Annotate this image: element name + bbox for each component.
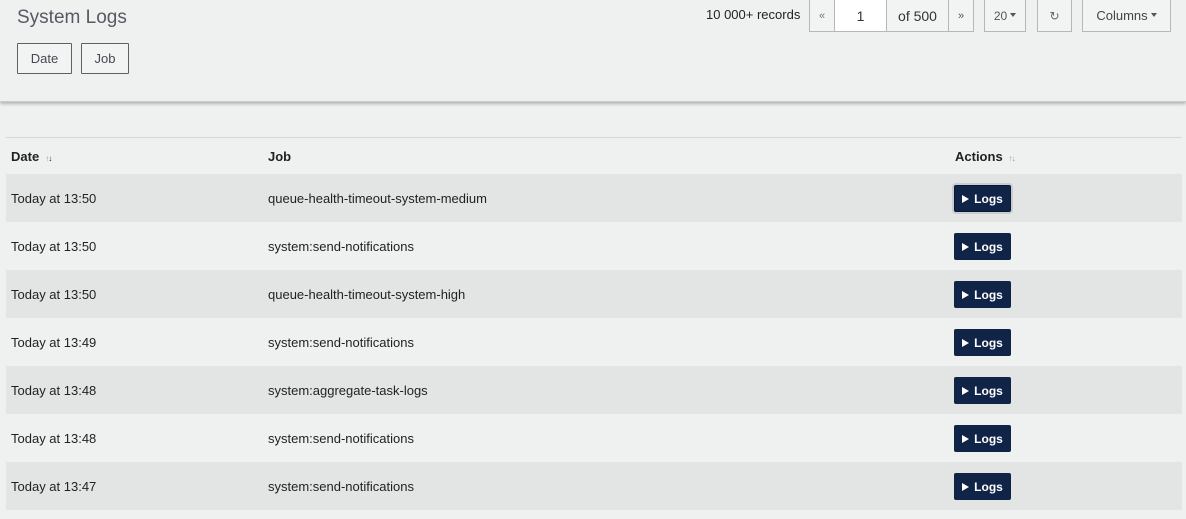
sort-icon[interactable]: ↑↓: [1009, 154, 1016, 163]
table-row: Today at 13:50 system:send-notifications…: [6, 222, 1182, 270]
play-icon: [962, 242, 970, 251]
job-cell: queue-health-timeout-system-high: [268, 287, 466, 302]
date-cell: Today at 13:50: [11, 287, 97, 302]
logs-table: Date ↑↓ Job Actions ↑↓ Today at 13:50 queu…: [6, 137, 1182, 510]
date-cell: Today at 13:50: [11, 191, 97, 206]
logs-button[interactable]: Logs: [954, 377, 1011, 404]
refresh-icon: ↻: [1049, 8, 1060, 23]
play-icon: [962, 194, 970, 203]
filter-job-button[interactable]: Job: [81, 43, 129, 74]
date-cell: Today at 13:49: [11, 335, 97, 350]
chevron-down-icon: [1150, 12, 1157, 17]
page-size-value: 20: [993, 8, 1008, 23]
date-cell: Today at 13:48: [11, 431, 97, 446]
table-header: Date ↑↓ Job Actions ↑↓: [6, 138, 1182, 174]
job-cell: queue-health-timeout-system-medium: [268, 191, 487, 206]
chevron-down-icon: [1010, 12, 1017, 17]
play-icon: [962, 386, 970, 395]
sort-icon[interactable]: ↑↓: [45, 154, 52, 163]
logs-button[interactable]: Logs: [954, 281, 1011, 308]
column-header-actions[interactable]: Actions ↑↓: [955, 149, 1016, 164]
job-cell: system:send-notifications: [268, 335, 414, 350]
play-icon: [962, 482, 970, 491]
logs-button[interactable]: Logs: [954, 185, 1011, 212]
logs-button[interactable]: Logs: [954, 329, 1011, 356]
table-row: Today at 13:49 system:send-notifications…: [6, 318, 1182, 366]
page-title: System Logs: [17, 7, 127, 28]
column-header-date[interactable]: Date ↑↓: [11, 149, 52, 164]
date-cell: Today at 13:50: [11, 239, 97, 254]
table-row: Today at 13:50 queue-health-timeout-syst…: [6, 174, 1182, 222]
page-size-dropdown[interactable]: 20: [984, 0, 1026, 32]
logs-button[interactable]: Logs: [954, 425, 1011, 452]
filter-date-button[interactable]: Date: [17, 43, 72, 74]
play-icon: [962, 338, 970, 347]
date-cell: Today at 13:48: [11, 383, 97, 398]
refresh-button[interactable]: ↻: [1037, 0, 1072, 32]
columns-label: Columns: [1096, 8, 1148, 23]
job-cell: system:send-notifications: [268, 479, 414, 494]
play-icon: [962, 290, 970, 299]
page-total-label: of 500: [886, 0, 949, 32]
date-cell: Today at 13:47: [11, 479, 97, 494]
job-cell: system:send-notifications: [268, 431, 414, 446]
table-row: Today at 13:48 system:send-notifications…: [6, 414, 1182, 462]
job-cell: system:aggregate-task-logs: [268, 383, 428, 398]
logs-button[interactable]: Logs: [954, 473, 1011, 500]
next-page-button[interactable]: »: [948, 0, 974, 32]
column-header-job: Job: [268, 149, 292, 164]
columns-dropdown[interactable]: Columns: [1082, 0, 1171, 32]
page-number-input[interactable]: 1: [834, 0, 887, 32]
first-page-button[interactable]: «: [809, 0, 835, 32]
job-cell: system:send-notifications: [268, 239, 414, 254]
table-row: Today at 13:50 queue-health-timeout-syst…: [6, 270, 1182, 318]
play-icon: [962, 434, 970, 443]
records-count: 10 000+ records: [706, 7, 801, 22]
header: System Logs Date Job 10 000+ records « 1…: [0, 0, 1186, 102]
logs-button[interactable]: Logs: [954, 233, 1011, 260]
table-row: Today at 13:48 system:aggregate-task-log…: [6, 366, 1182, 414]
table-row: Today at 13:47 system:send-notifications…: [6, 462, 1182, 510]
